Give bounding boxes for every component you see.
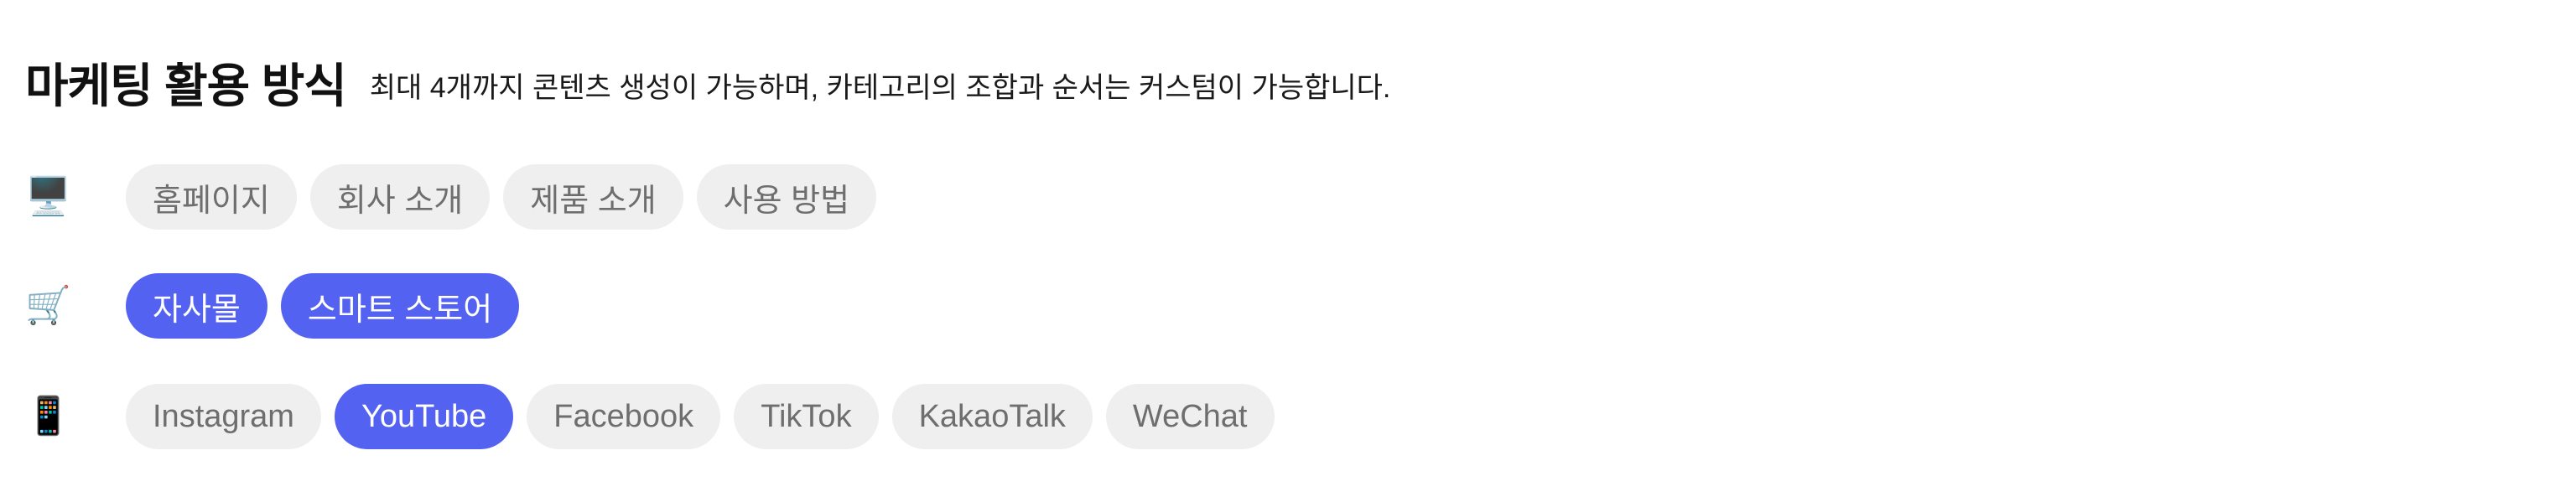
chip-youtube[interactable]: YouTube <box>334 384 514 449</box>
chip-homepage[interactable]: 홈페이지 <box>126 164 297 230</box>
chip-facebook[interactable]: Facebook <box>527 384 721 449</box>
category-row-website: 🖥️ 홈페이지 회사 소개 제품 소개 사용 방법 <box>25 164 877 230</box>
desktop-computer-icon: 🖥️ <box>25 176 71 217</box>
chip-tiktok[interactable]: TikTok <box>734 384 879 449</box>
chip-group-social: Instagram YouTube Facebook TikTok KakaoT… <box>126 384 1275 449</box>
page-subtitle: 최대 4개까지 콘텐츠 생성이 가능하며, 카테고리의 조합과 순서는 커스텀이… <box>369 72 1391 104</box>
chip-wechat[interactable]: WeChat <box>1105 384 1275 449</box>
category-row-social: 📱 Instagram YouTube Facebook TikTok Kaka… <box>25 384 1275 449</box>
chip-kakaotalk[interactable]: KakaoTalk <box>891 384 1093 449</box>
chip-instagram[interactable]: Instagram <box>126 384 321 449</box>
section-header: 마케팅 활용 방식 최대 4개까지 콘텐츠 생성이 가능하며, 카테고리의 조합… <box>25 49 1390 116</box>
chip-product-intro[interactable]: 제품 소개 <box>503 164 683 230</box>
chip-company-intro[interactable]: 회사 소개 <box>309 164 491 230</box>
mobile-phone-icon: 📱 <box>25 396 71 437</box>
chip-how-to-use[interactable]: 사용 방법 <box>696 164 877 230</box>
chip-smart-store[interactable]: 스마트 스토어 <box>280 273 520 339</box>
chip-own-mall[interactable]: 자사몰 <box>126 273 267 339</box>
shopping-cart-icon: 🛒 <box>25 285 71 326</box>
category-row-commerce: 🛒 자사몰 스마트 스토어 <box>25 273 520 339</box>
page-title: 마케팅 활용 방식 <box>25 60 347 112</box>
chip-group-website: 홈페이지 회사 소개 제품 소개 사용 방법 <box>126 164 877 230</box>
chip-group-commerce: 자사몰 스마트 스토어 <box>126 273 520 339</box>
